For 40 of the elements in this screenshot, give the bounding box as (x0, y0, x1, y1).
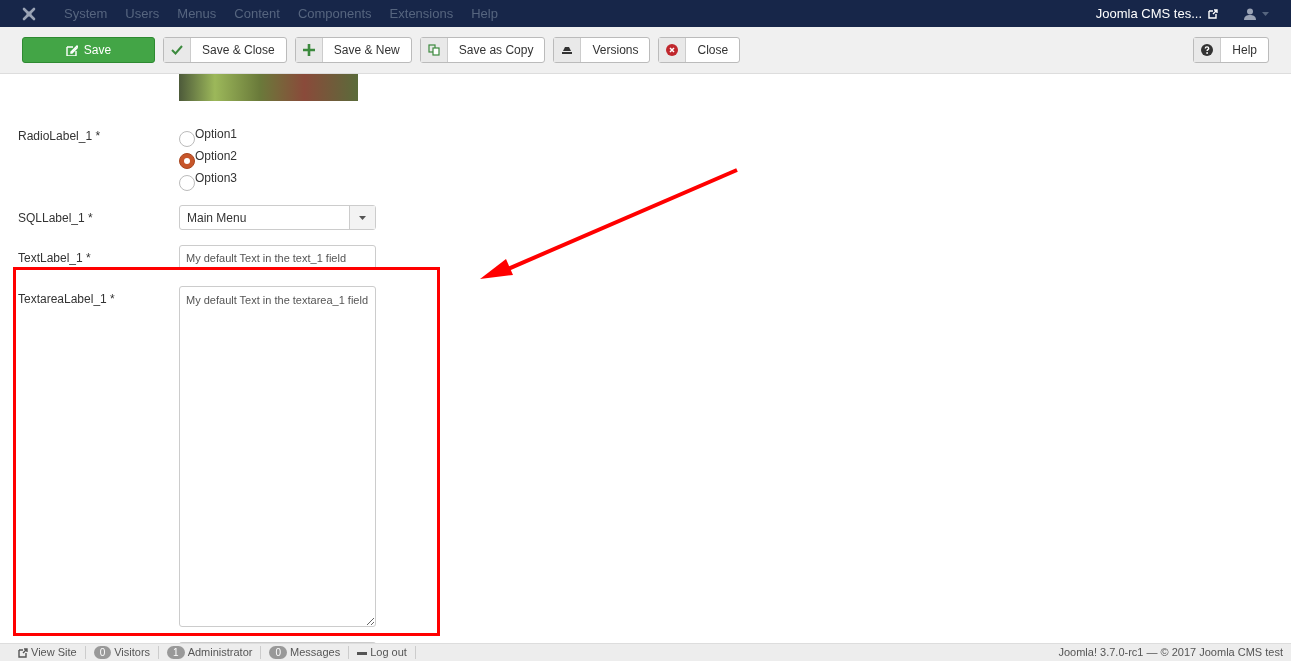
joomla-logo-icon (21, 5, 37, 22)
radio-label[interactable]: Option3 (195, 171, 238, 185)
toolbar-button[interactable]: Save & New (294, 37, 412, 63)
copyright-text: Joomla! 3.7.0-rc1 — © 2017 Joomla CMS test (1058, 646, 1283, 659)
toolbar-button[interactable]: Save & Close (163, 37, 287, 63)
count-badge: 0 (93, 646, 112, 659)
checkmark-icon (171, 44, 183, 56)
external-link-icon (1208, 8, 1218, 19)
status-label: Messages (290, 646, 341, 659)
radio-button[interactable] (179, 153, 195, 169)
status-label: Visitors (114, 646, 151, 659)
dropdown-select[interactable]: Main Menu (179, 205, 376, 230)
close-icon (666, 44, 679, 56)
status-link[interactable]: View Site (31, 646, 77, 659)
radio-label[interactable]: Option2 (195, 149, 238, 163)
field-label: TextareaLabel_1 * (18, 291, 116, 308)
archive-icon (561, 44, 574, 56)
help-icon (1201, 44, 1214, 56)
external-link-icon (18, 647, 28, 658)
field-label: SQLLabel_1 * (18, 210, 94, 227)
count-badge: 0 (269, 646, 287, 659)
help-button[interactable]: Help (1193, 37, 1269, 63)
status-label: Administrator (187, 646, 253, 659)
toolbar-button[interactable]: Save as Copy (419, 37, 546, 63)
plus-icon (302, 44, 315, 56)
textarea-field[interactable]: My default Text in the textarea_1 field (179, 286, 376, 627)
toolbar-button[interactable]: Close (658, 37, 741, 63)
user-icon (1244, 7, 1256, 20)
caret-icon (359, 215, 366, 220)
copy-icon (427, 44, 440, 56)
site-link[interactable]: Joomla CMS tes... (1095, 6, 1218, 21)
radio-button[interactable] (179, 175, 195, 191)
field-label: TextLabel_1 * (18, 250, 92, 267)
field-label: RadioLabel_1 * (18, 128, 102, 145)
status-link[interactable]: Log out (370, 646, 407, 659)
radio-button[interactable] (179, 131, 195, 147)
radio-label[interactable]: Option1 (195, 127, 238, 141)
toolbar-button[interactable]: Versions (553, 37, 651, 63)
count-badge: 1 (167, 646, 185, 659)
caret-icon (1262, 11, 1269, 16)
